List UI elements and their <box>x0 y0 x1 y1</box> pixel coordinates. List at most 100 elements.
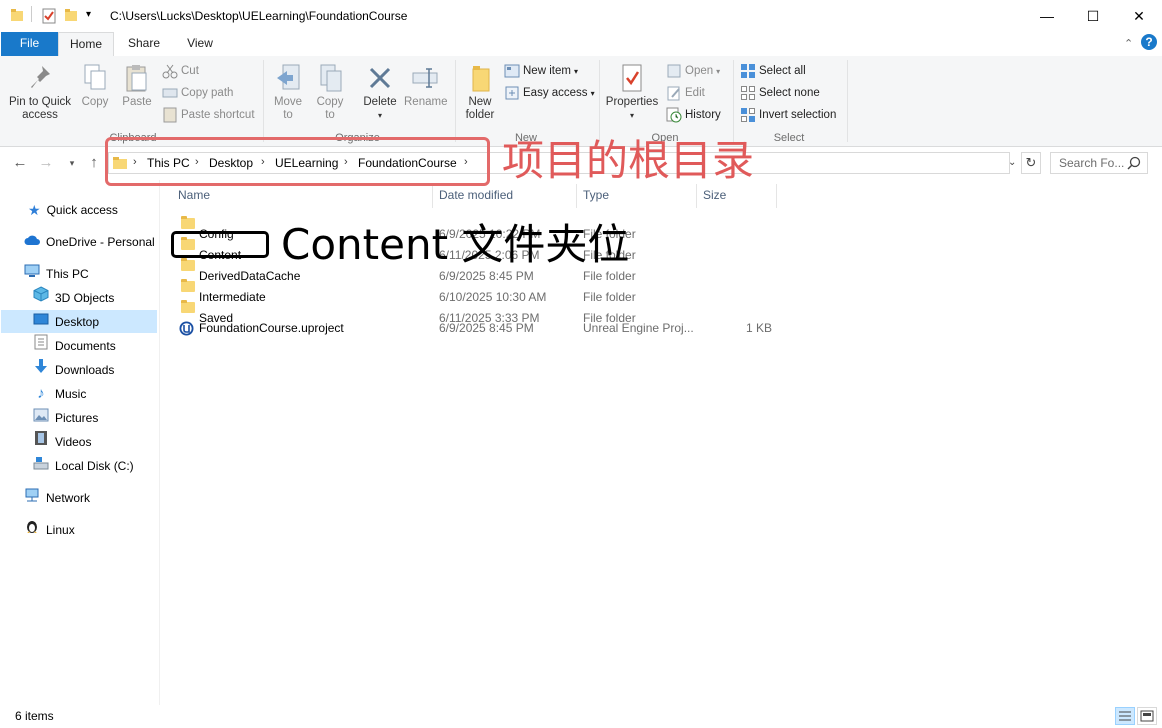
invert-selection-label: Invert selection <box>759 109 837 121</box>
properties-button[interactable]: Properties ▾ <box>604 60 660 122</box>
customize-quick-access-icon[interactable]: ▾ <box>86 9 91 20</box>
nav-item-3d-objects[interactable]: 3D Objects <box>33 286 114 310</box>
up-arrow-icon[interactable]: ↑ <box>84 152 104 174</box>
back-arrow-icon[interactable]: ← <box>10 152 30 174</box>
nav-item-downloads[interactable]: Downloads <box>33 358 114 382</box>
edit-button[interactable]: Edit <box>666 85 705 101</box>
scissors-icon <box>162 63 178 79</box>
nav-item-pictures[interactable]: Pictures <box>33 406 98 430</box>
large-icons-view-icon[interactable] <box>1137 707 1157 725</box>
address-history-chevron-icon[interactable]: ⌄ <box>1008 157 1016 168</box>
tab-share[interactable]: Share <box>118 32 170 56</box>
film-icon <box>33 430 49 454</box>
tab-file[interactable]: File <box>1 32 58 56</box>
nav-item-label: Downloads <box>55 363 115 377</box>
nav-item-local-disk[interactable]: Local Disk (C:) <box>33 454 134 478</box>
cut-button[interactable]: Cut <box>162 63 199 79</box>
select-none-label: Select none <box>759 87 820 99</box>
file-size: 1 KB <box>746 321 773 335</box>
root-annotation-box <box>105 137 490 186</box>
pane-divider[interactable] <box>159 180 160 705</box>
minimize-button[interactable]: — <box>1024 0 1070 32</box>
paste-shortcut-button[interactable]: Paste shortcut <box>162 107 255 123</box>
open-button[interactable]: Open ▾ <box>666 63 720 79</box>
nav-item-linux[interactable]: Linux <box>24 518 75 542</box>
paste-button[interactable]: Paste <box>119 60 155 109</box>
easy-access-dropdown-icon: ▾ <box>590 88 595 98</box>
minimize-ribbon-icon[interactable]: ⌃ <box>1124 37 1133 50</box>
new-item-dropdown-icon: ▾ <box>573 66 578 76</box>
new-item-button[interactable]: New item ▾ <box>504 63 578 79</box>
column-divider[interactable] <box>432 184 433 208</box>
computer-icon <box>24 262 40 286</box>
column-header-name[interactable]: Name <box>178 188 210 202</box>
column-divider[interactable] <box>696 184 697 208</box>
group-divider <box>263 60 264 142</box>
new-folder-quick-icon[interactable] <box>64 8 78 22</box>
group-divider <box>733 60 734 142</box>
tab-view[interactable]: View <box>176 32 224 56</box>
music-note-icon: ♪ <box>37 385 45 402</box>
help-icon[interactable]: ? <box>1141 34 1157 50</box>
select-all-button[interactable]: Select all <box>740 63 806 79</box>
edit-label: Edit <box>685 87 705 99</box>
new-folder-button[interactable]: New folder <box>461 60 499 122</box>
forward-arrow-icon[interactable]: → <box>36 152 56 174</box>
nav-item-label: Pictures <box>55 411 99 425</box>
nav-item-documents[interactable]: Documents <box>33 334 116 358</box>
details-view-icon[interactable] <box>1115 707 1135 725</box>
column-header-size[interactable]: Size <box>703 188 726 202</box>
select-none-button[interactable]: Select none <box>740 85 820 101</box>
divider <box>31 6 32 22</box>
move-to-button[interactable]: Move to <box>271 60 305 122</box>
desktop-icon <box>33 310 49 334</box>
copy-button[interactable]: Copy <box>78 60 112 109</box>
copy-path-button[interactable]: Copy path <box>162 85 233 101</box>
column-header-date[interactable]: Date modified <box>439 188 513 202</box>
rename-button[interactable]: Rename <box>404 60 447 109</box>
open-icon <box>666 63 682 79</box>
edit-icon <box>666 85 682 101</box>
tab-home[interactable]: Home <box>58 32 114 57</box>
delete-label: Delete <box>363 96 397 108</box>
nav-item-videos[interactable]: Videos <box>33 430 91 454</box>
drive-icon <box>33 454 49 478</box>
history-button[interactable]: History <box>666 107 721 123</box>
nav-item-desktop[interactable]: Desktop <box>33 310 99 334</box>
window-title: C:\Users\Lucks\Desktop\UELearning\Founda… <box>110 9 408 23</box>
invert-selection-button[interactable]: Invert selection <box>740 107 836 123</box>
easy-access-button[interactable]: Easy access ▾ <box>504 85 595 101</box>
nav-item-music[interactable]: ♪ Music <box>33 382 86 406</box>
refresh-icon[interactable]: ↻ <box>1021 152 1041 174</box>
nav-item-quick-access[interactable]: ★ Quick access <box>28 198 118 222</box>
properties-quick-icon[interactable] <box>41 8 57 24</box>
nav-item-label: Music <box>55 387 87 401</box>
maximize-button[interactable]: ☐ <box>1070 0 1116 32</box>
select-group-label: Select <box>773 132 805 144</box>
recent-locations-chevron-icon[interactable]: ▾ <box>62 152 82 174</box>
paste-icon <box>119 60 155 96</box>
status-bar <box>0 706 1162 728</box>
pin-to-quick-access-button[interactable]: Pin to Quick access <box>6 60 74 122</box>
column-divider[interactable] <box>776 184 777 208</box>
nav-item-this-pc[interactable]: This PC <box>24 262 89 286</box>
properties-dropdown-icon[interactable]: ▾ <box>604 109 660 122</box>
nav-item-onedrive[interactable]: OneDrive - Personal <box>24 230 155 254</box>
move-to-label-2: to <box>283 109 293 121</box>
table-row[interactable]: Intermediate 6/10/2025 10:30 AM File fol… <box>172 276 772 304</box>
nav-item-network[interactable]: Network <box>24 486 90 510</box>
search-icon[interactable] <box>1127 156 1141 170</box>
group-divider <box>455 60 456 142</box>
delete-button[interactable]: Delete ▾ <box>362 60 398 122</box>
column-divider[interactable] <box>576 184 577 208</box>
copy-path-label: Copy path <box>181 87 234 99</box>
copy-to-button[interactable]: Copy to <box>313 60 347 122</box>
column-header-type[interactable]: Type <box>583 188 609 202</box>
select-all-label: Select all <box>759 65 806 77</box>
table-row[interactable]: Saved 6/11/2025 3:33 PM File folder <box>172 297 772 325</box>
close-button[interactable]: ✕ <box>1116 0 1162 32</box>
delete-dropdown-icon[interactable]: ▾ <box>362 109 398 122</box>
pin-label-line2: access <box>22 109 58 121</box>
paste-shortcut-label: Paste shortcut <box>181 109 255 121</box>
table-row[interactable]: FoundationCourse.uproject 6/9/2025 8:45 … <box>172 318 772 339</box>
